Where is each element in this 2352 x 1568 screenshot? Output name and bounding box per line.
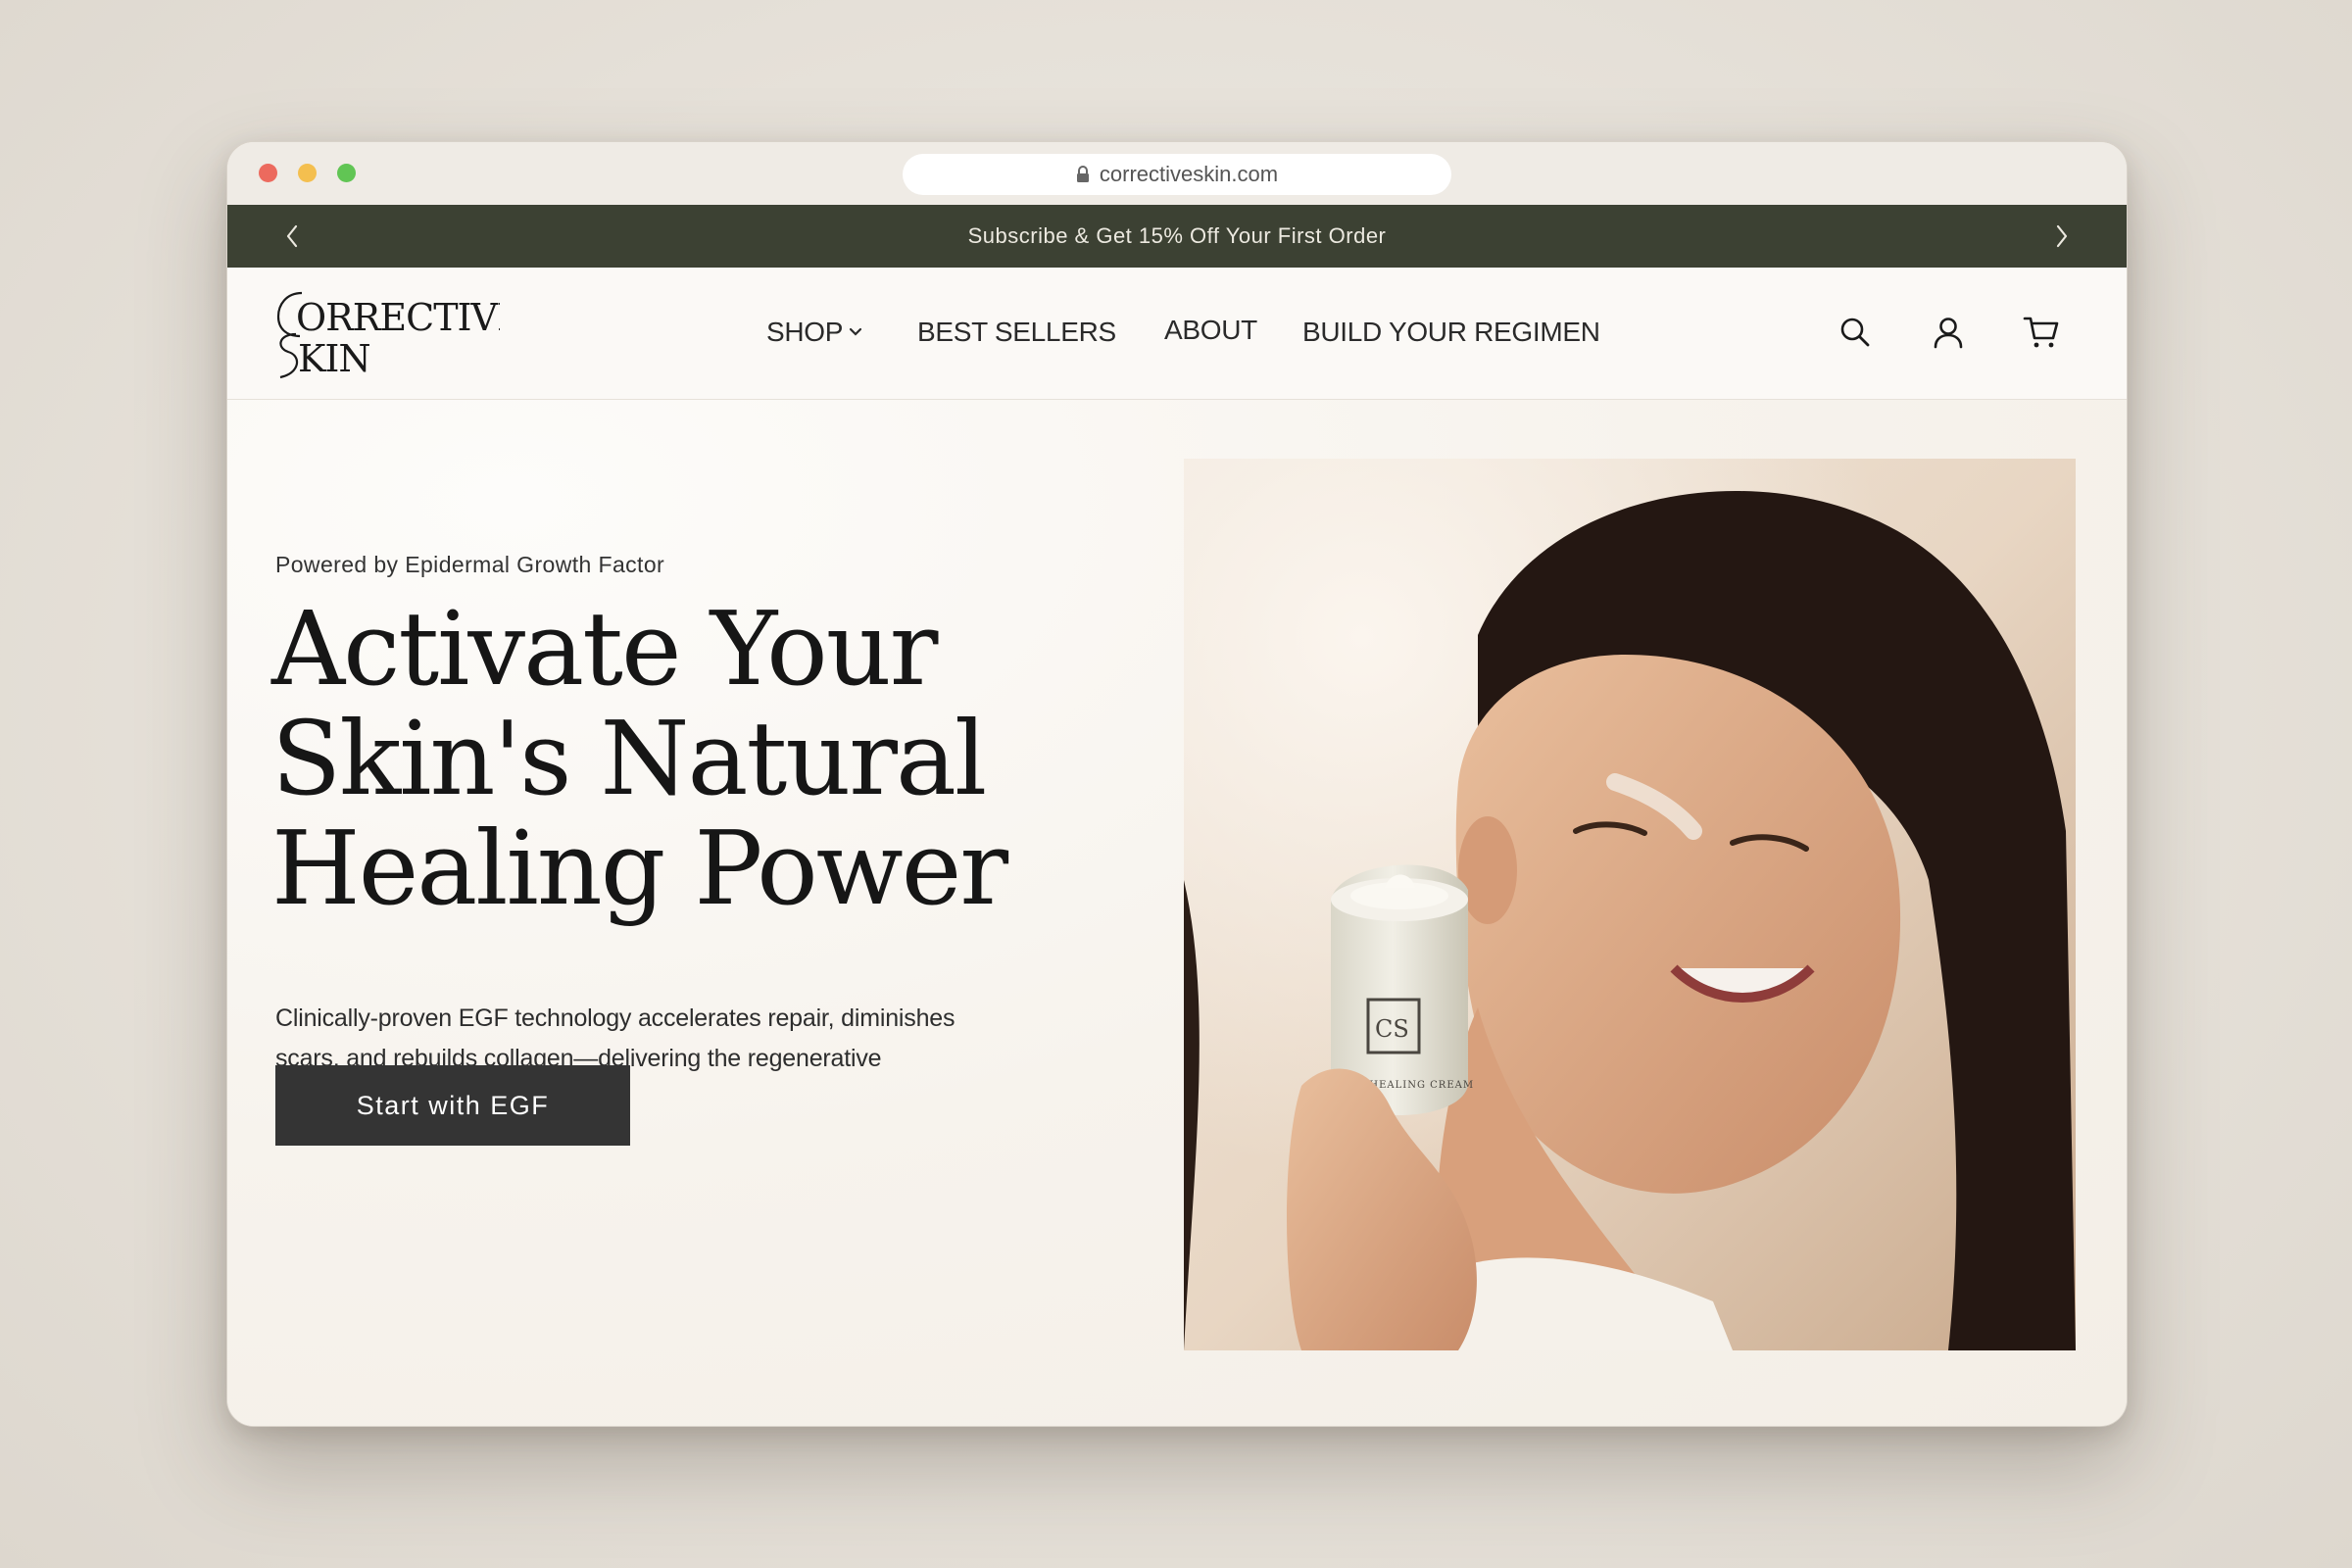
account-icon [1934, 318, 1963, 349]
hero-image: CS EGF HEALING CREAM [1184, 459, 2076, 1350]
account-button[interactable] [1929, 313, 1968, 352]
maximize-window-button[interactable] [337, 164, 356, 182]
browser-window: correctiveskin.com Subscribe & Get 15% O… [226, 141, 2128, 1427]
svg-text:ORRECTIVE: ORRECTIVE [296, 296, 500, 339]
search-button[interactable] [1836, 313, 1875, 352]
cart-icon [2023, 317, 2059, 348]
lock-icon [1076, 166, 1090, 183]
chevron-right-icon [2056, 224, 2068, 248]
hero-headline-line-1: Activate Your [271, 589, 939, 709]
hero-headline: Activate Your Skin's Natural Healing Pow… [271, 594, 1016, 923]
announcement-text[interactable]: Subscribe & Get 15% Off Your First Order [968, 223, 1387, 249]
search-icon [1840, 318, 1870, 347]
announcement-next-button[interactable] [2042, 205, 2082, 268]
hero-headline-line-3: Healing Power [271, 808, 1008, 928]
nav-best-sellers[interactable]: BEST SELLERS [917, 317, 1116, 348]
nav-build-your-regimen-label: BUILD YOUR REGIMEN [1302, 317, 1600, 347]
announcement-prev-button[interactable] [272, 205, 312, 268]
jar-monogram: CS [1375, 1015, 1409, 1043]
nav-shop-label: SHOP [766, 317, 844, 347]
chevron-left-icon [286, 224, 298, 248]
close-window-button[interactable] [259, 164, 277, 182]
announcement-bar: Subscribe & Get 15% Off Your First Order [227, 205, 2127, 268]
hero-section: Powered by Epidermal Growth Factor Activ… [227, 400, 2127, 1426]
hero-eyebrow: Powered by Epidermal Growth Factor [275, 552, 665, 577]
nav-shop[interactable]: SHOP [766, 317, 862, 348]
minimize-window-button[interactable] [298, 164, 317, 182]
svg-text:KIN: KIN [298, 337, 370, 380]
brand-logo[interactable]: ORRECTIVE KIN [274, 283, 524, 381]
address-bar[interactable]: correctiveskin.com [903, 154, 1451, 195]
nav-build-your-regimen[interactable]: BUILD YOUR REGIMEN [1302, 317, 1600, 348]
chevron-down-icon [850, 327, 862, 336]
nav-best-sellers-label: BEST SELLERS [917, 317, 1116, 347]
nav-about-label: ABOUT [1164, 315, 1257, 345]
nav-about[interactable]: ABOUT [1164, 315, 1257, 346]
browser-titlebar: correctiveskin.com [227, 142, 2127, 205]
hero-headline-line-2: Skin's Natural [271, 699, 987, 818]
cart-button[interactable] [2022, 313, 2061, 352]
site-header: ORRECTIVE KIN SHOP BEST SELLERS ABOUT BU… [227, 268, 2127, 400]
start-with-egf-button[interactable]: Start with EGF [275, 1065, 630, 1146]
url-text: correctiveskin.com [1099, 162, 1279, 186]
